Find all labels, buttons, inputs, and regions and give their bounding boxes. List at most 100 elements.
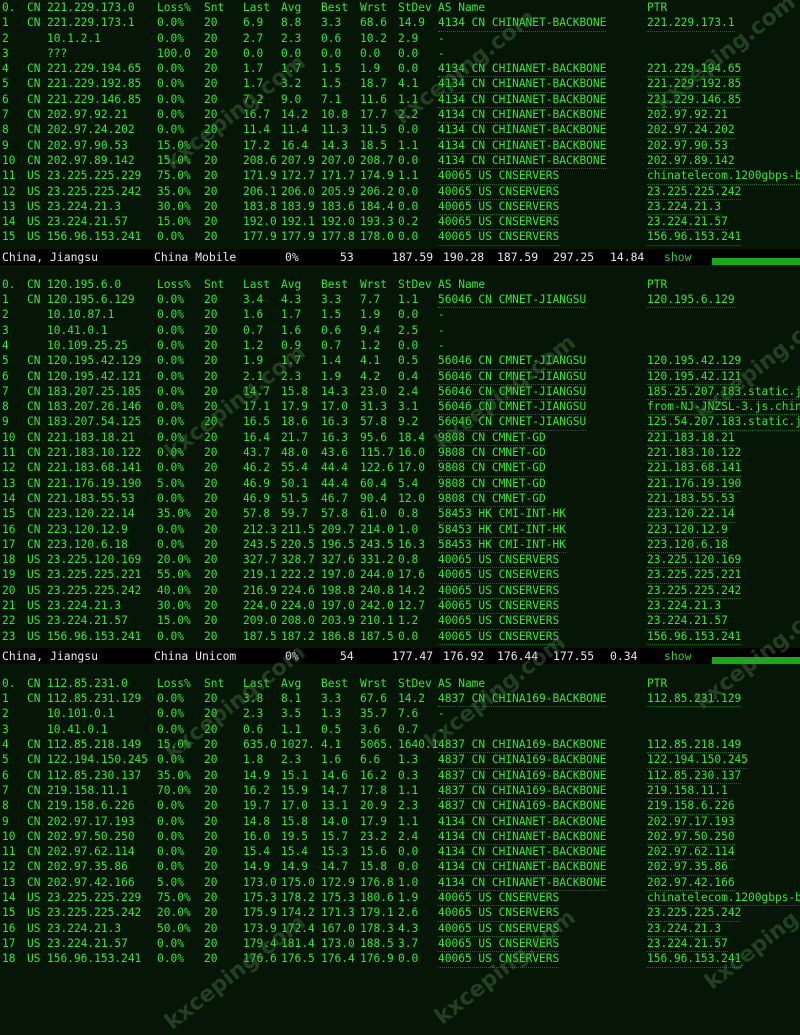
- cell-host: 219.158.11.1: [47, 783, 128, 797]
- cell-worst: 10.2: [360, 31, 387, 45]
- cell-best: 1.4: [321, 354, 342, 368]
- cell-sent: 20: [204, 184, 218, 198]
- table-row: 4 CN 112.85.218.149 15.0% 20 635.0 1027. 4.1 506…: [0, 737, 800, 754]
- cell-best: 46.7: [321, 491, 348, 505]
- cell-avg: 14.9: [281, 860, 308, 874]
- table-row: 9 CN 202.97.17.193 0.0% 20 14.8 15.8 14.0 17.9 1.…: [0, 814, 800, 830]
- cell-worst: 174.9: [360, 169, 394, 183]
- summary-v5: 0.34: [610, 648, 638, 663]
- cell-worst: 20.9: [360, 799, 387, 813]
- cell-best: 14.6: [321, 768, 348, 782]
- cell-host: 156.96.153.241: [47, 629, 142, 643]
- header-country: CN: [27, 277, 41, 291]
- cell-hop: 3: [2, 323, 9, 337]
- cell-country: US: [27, 199, 41, 213]
- cell-host: 23.225.120.169: [47, 553, 142, 567]
- cell-country: US: [27, 921, 41, 935]
- cell-last: 19.7: [243, 799, 270, 813]
- cell-best: 44.4: [321, 461, 348, 475]
- cell-country: CN: [27, 829, 41, 843]
- cell-loss: 0.0%: [157, 108, 184, 122]
- cell-best: 196.5: [321, 537, 355, 551]
- table-row: 20 US 23.225.225.242 40.0% 20 216.9 224.6 198.8…: [0, 583, 800, 599]
- cell-last: 3.8: [243, 692, 264, 706]
- cell-host: 156.96.153.241: [47, 230, 142, 244]
- table-row: 15 CN 223.120.22.14 35.0% 20 57.8 59.7 57.8 61.0…: [0, 506, 800, 523]
- cell-loss: 0.0%: [157, 814, 184, 828]
- cell-loss: 15.0%: [157, 153, 191, 167]
- cell-ptr: 120.195.42.129: [647, 353, 742, 370]
- cell-loss: 0.0%: [157, 369, 184, 383]
- cell-host: 23.225.225.229: [47, 891, 142, 905]
- table-row: 13 CN 202.97.42.166 5.0% 20 173.0 175.0 172.9 17…: [0, 875, 800, 892]
- table-row: 5 CN 221.229.192.85 0.0% 20 1.7 3.2 1.5 18.7 4.1 4…: [0, 76, 800, 93]
- cell-sent: 20: [204, 553, 218, 567]
- cell-hop: 9: [2, 814, 9, 828]
- cell-as-name: 56046 CN CMNET-JIANGSU: [438, 369, 587, 385]
- cell-worst: 1.9: [360, 308, 381, 322]
- cell-as-name: 40065 US CNSERVERS: [438, 905, 560, 922]
- cell-stdev: 0.2: [398, 215, 419, 229]
- cell-best: 14.3: [321, 384, 348, 398]
- cell-worst: 176.8: [360, 875, 394, 889]
- table-row: 11 US 23.225.225.229 75.0% 20 171.9 172.7 171.7…: [0, 168, 800, 185]
- cell-last: 0.7: [243, 323, 264, 337]
- header-last: Last: [243, 277, 270, 291]
- cell-last: 175.9: [243, 906, 277, 920]
- cell-last: 15.4: [243, 845, 270, 859]
- cell-avg: 17.9: [281, 400, 308, 414]
- cell-country: CN: [27, 537, 41, 551]
- cell-stdev: 5.4: [398, 476, 419, 490]
- cell-sent: 20: [204, 153, 218, 167]
- cell-stdev: 0.0: [398, 308, 419, 322]
- cell-worst: 3.6: [360, 722, 381, 736]
- table-row: 15 US 156.96.153.241 0.0% 20 177.9 177.9 177.8 1…: [0, 229, 800, 246]
- header-best: Best: [321, 277, 348, 291]
- cell-avg: 11.4: [281, 123, 308, 137]
- cell-last: 212.3: [243, 522, 277, 536]
- cell-country: US: [27, 583, 41, 597]
- cell-host: 202.97.90.53: [47, 138, 128, 152]
- show-link[interactable]: show: [664, 249, 691, 265]
- cell-stdev: 0.8: [398, 553, 419, 567]
- progress-bar: [712, 257, 800, 265]
- cell-ptr: 221.183.18.21: [647, 430, 735, 447]
- cell-as-name: 40065 US CNSERVERS: [438, 229, 560, 246]
- cell-as-name: 40065 US CNSERVERS: [438, 613, 560, 630]
- show-link[interactable]: show: [664, 648, 691, 664]
- cell-worst: 90.4: [360, 491, 387, 505]
- cell-country: CN: [27, 123, 41, 137]
- cell-best: 10.8: [321, 108, 348, 122]
- cell-host: 23.225.225.221: [47, 568, 142, 582]
- cell-worst: 31.3: [360, 400, 387, 414]
- cell-last: 635.0: [243, 738, 277, 752]
- summary-count: 54: [340, 648, 354, 663]
- cell-as-name: 56046 CN CMNET-JIANGSU: [438, 384, 587, 401]
- cell-host: 183.207.54.125: [47, 415, 142, 429]
- cell-loss: 0.0%: [157, 430, 184, 444]
- header-as-name: AS Name: [438, 676, 486, 690]
- cell-country: CN: [27, 77, 41, 91]
- cell-host: 23.224.21.3: [47, 598, 122, 612]
- cell-hop: 19: [2, 568, 16, 582]
- cell-sent: 20: [204, 92, 218, 106]
- header-avg: Avg: [281, 1, 302, 14]
- cell-best: 198.8: [321, 583, 355, 597]
- cell-host: 120.195.42.129: [47, 354, 142, 368]
- cell-host: 23.224.21.57: [47, 215, 128, 229]
- cell-loss: 0.0%: [157, 799, 184, 813]
- cell-hop: 12: [2, 184, 16, 198]
- cell-host: 202.97.17.193: [47, 814, 135, 828]
- cell-country: CN: [27, 430, 41, 444]
- cell-sent: 20: [204, 77, 218, 91]
- cell-country: US: [27, 230, 41, 244]
- cell-last: 177.9: [243, 230, 277, 244]
- cell-stdev: 0.0: [398, 153, 419, 167]
- cell-last: 46.2: [243, 461, 270, 475]
- cell-sent: 20: [204, 799, 218, 813]
- table-row: 6 CN 221.229.146.85 0.0% 20 7.2 9.0 7.1 11.6 1.1 4…: [0, 92, 800, 109]
- cell-stdev: 2.4: [398, 384, 419, 398]
- cell-avg: 0.0: [281, 46, 302, 60]
- cell-country: CN: [27, 814, 41, 828]
- table-row: 7 CN 219.158.11.1 70.0% 20 16.2 15.9 14.7 17.8 1.…: [0, 783, 800, 800]
